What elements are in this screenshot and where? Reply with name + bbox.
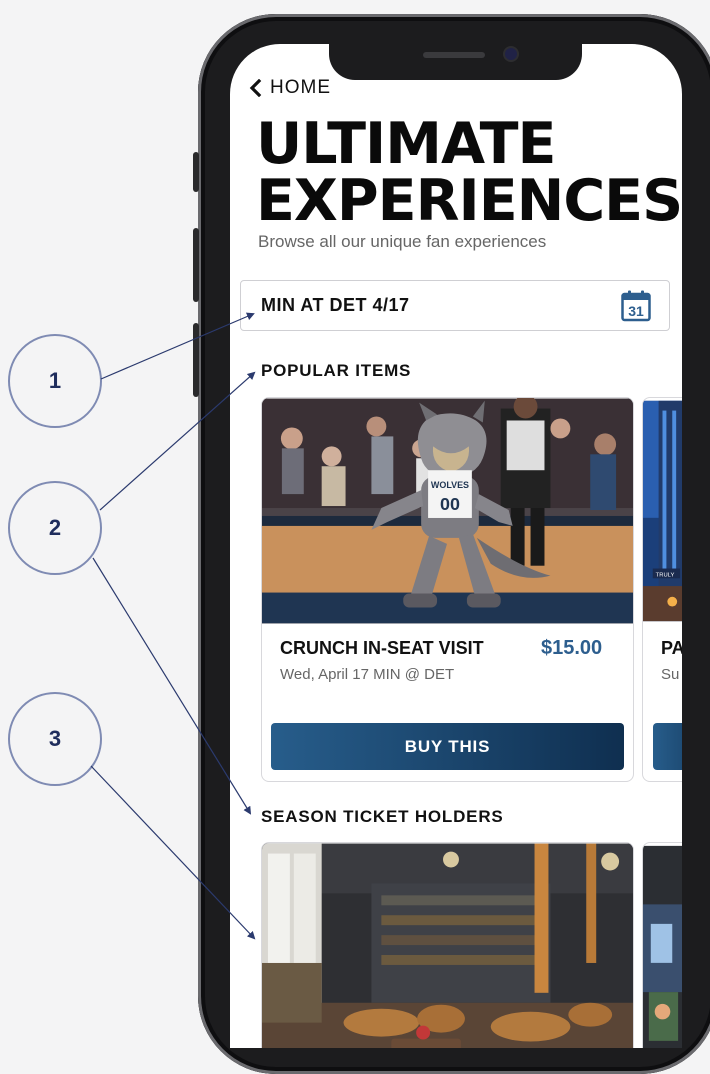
annotation-number: 2 [48, 515, 62, 540]
page-subtitle: Browse all our unique fan experiences [258, 232, 547, 251]
page-title: ULTIMATE EXPERIENCES [256, 116, 682, 230]
annotation-1: 1 [8, 334, 102, 428]
svg-text:00: 00 [440, 494, 460, 514]
card-price: $15.00 [541, 637, 603, 659]
chevron-left-icon [249, 79, 262, 97]
game-selector-value: MIN AT DET 4/17 [261, 295, 410, 315]
back-link[interactable]: HOME [248, 77, 331, 99]
season-card-partial[interactable] [642, 842, 682, 1048]
card-title: CRUNCH IN-SEAT VISIT [280, 638, 484, 658]
calendar-day: 31 [628, 303, 644, 319]
card-date: Su [661, 666, 680, 683]
card-title: PA [661, 638, 682, 658]
speaker-grille [423, 52, 485, 58]
front-camera [505, 48, 517, 60]
card-date: Wed, April 17 MIN @ DET [280, 666, 455, 683]
volume-up-button [193, 228, 199, 302]
building-photo: TRULY [643, 400, 682, 622]
night-photo [643, 845, 682, 1048]
experience-card[interactable]: WOLVES 00 CRUNCH IN-SEAT VISIT $15.00 We… [261, 397, 634, 782]
section-title-season: SEASON TICKET HOLDERS [261, 807, 504, 826]
volume-down-button [193, 323, 199, 397]
svg-text:TRULY: TRULY [656, 572, 675, 578]
notch [329, 44, 582, 80]
phone-screen: HOME ULTIMATE EXPERIENCES Browse all our… [230, 44, 682, 1048]
back-label: HOME [270, 77, 331, 98]
game-selector[interactable]: MIN AT DET 4/17 31 [240, 280, 670, 331]
annotation-number: 3 [48, 726, 62, 751]
buy-button[interactable] [653, 723, 682, 770]
section-title-popular: POPULAR ITEMS [261, 361, 412, 380]
lounge-photo [262, 843, 633, 1048]
annotation-number: 1 [48, 368, 62, 393]
title-line-2: EXPERIENCES [256, 168, 682, 234]
calendar-icon[interactable]: 31 [621, 290, 651, 322]
season-card[interactable] [261, 842, 634, 1048]
mascot-photo: WOLVES 00 [262, 398, 633, 624]
annotation-3: 3 [8, 692, 102, 786]
svg-text:WOLVES: WOLVES [431, 480, 469, 490]
experience-card-partial[interactable]: TRULY PA Su [642, 397, 682, 782]
annotation-2: 2 [8, 481, 102, 575]
buy-button[interactable]: BUY THIS [271, 723, 624, 770]
mute-switch [193, 152, 199, 192]
